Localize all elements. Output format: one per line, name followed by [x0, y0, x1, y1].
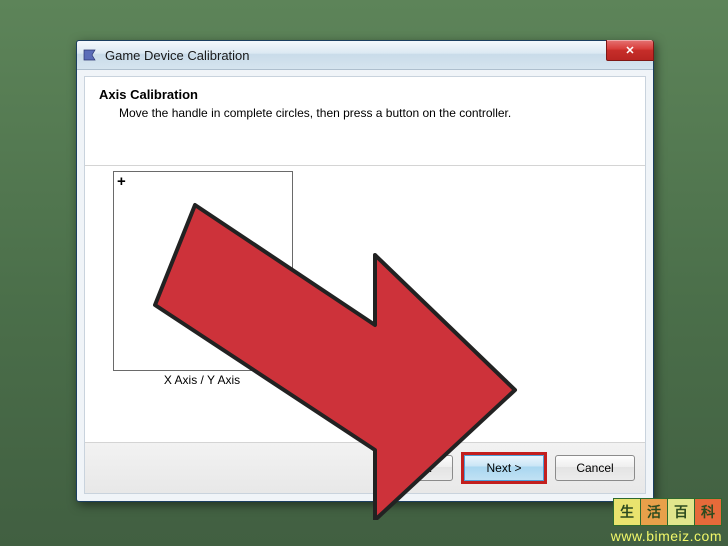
- watermark-char: 生: [613, 498, 641, 526]
- cancel-button[interactable]: Cancel: [555, 455, 635, 481]
- watermark-char: 活: [641, 498, 668, 526]
- back-button[interactable]: < Back: [373, 455, 453, 481]
- next-button[interactable]: Next >: [461, 452, 547, 484]
- dialog-window: Game Device Calibration ✕ Axis Calibrati…: [76, 40, 654, 502]
- back-button-label: < Back: [394, 461, 431, 475]
- watermark-char: 百: [668, 498, 695, 526]
- axis-crosshair-icon: +: [117, 174, 126, 189]
- app-icon: [83, 47, 99, 63]
- window-title: Game Device Calibration: [105, 48, 250, 63]
- wizard-body: + X Axis / Y Axis: [85, 155, 645, 443]
- close-button[interactable]: ✕: [606, 40, 654, 61]
- wizard-title: Axis Calibration: [99, 87, 631, 102]
- wizard-footer: < Back Next > Cancel: [85, 442, 645, 493]
- next-button-label: Next >: [482, 461, 525, 475]
- cancel-button-label: Cancel: [576, 461, 613, 475]
- axis-calibration-field[interactable]: +: [113, 171, 293, 371]
- watermark-url: www.bimeiz.com: [611, 528, 722, 544]
- site-watermark: 生 活 百 科 www.bimeiz.com: [611, 498, 722, 544]
- watermark-char: 科: [695, 498, 722, 526]
- title-bar[interactable]: Game Device Calibration ✕: [77, 41, 653, 70]
- wizard-description: Move the handle in complete circles, the…: [99, 106, 631, 120]
- axis-label: X Axis / Y Axis: [113, 373, 291, 387]
- wizard-header: Axis Calibration Move the handle in comp…: [85, 77, 645, 166]
- dialog-content: Axis Calibration Move the handle in comp…: [84, 76, 646, 494]
